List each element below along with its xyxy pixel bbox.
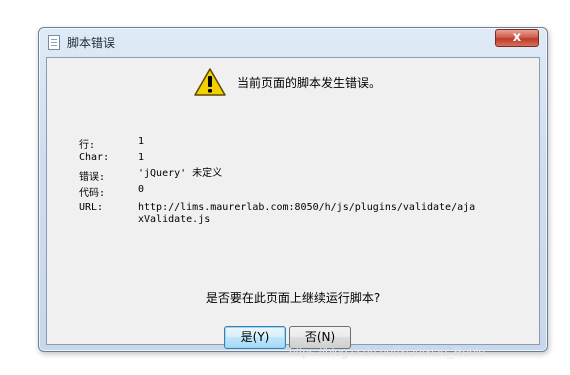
- close-button[interactable]: x: [495, 29, 539, 47]
- detail-value-char: 1: [138, 152, 145, 163]
- detail-value-code: 0: [138, 184, 145, 195]
- continue-question: 是否要在此页面上继续运行脚本?: [205, 291, 381, 305]
- detail-label-error: 错误:: [79, 172, 106, 183]
- yes-button[interactable]: 是(Y): [224, 326, 286, 349]
- detail-label-url: URL:: [79, 202, 104, 213]
- detail-value-url: http://lims.maurerlab.com:8050/h/js/plug…: [138, 202, 476, 225]
- warning-icon: [194, 68, 226, 96]
- detail-label-code: 代码:: [79, 188, 106, 199]
- dialog-heading: 当前页面的脚本发生错误。: [237, 76, 382, 90]
- document-icon: [48, 35, 60, 50]
- dialog-body: 当前页面的脚本发生错误。 行: 1 Char: 1 错误: 'jQuery' 未…: [46, 57, 540, 349]
- detail-value-line: 1: [138, 136, 145, 147]
- title-bar[interactable]: 脚本错误 x: [39, 28, 547, 57]
- detail-label-char: Char:: [79, 152, 110, 163]
- watermark-text: https://blog.csdn.net/xiao/xiao_Rehle: [289, 345, 486, 359]
- window-title: 脚本错误: [67, 36, 116, 50]
- detail-value-error: 'jQuery' 未定义: [138, 168, 223, 179]
- script-error-dialog: 脚本错误 x 当前页面的脚本发生错误。 行: 1 Char: 1 错误: 'jQ…: [38, 27, 548, 352]
- detail-label-line: 行:: [79, 140, 96, 151]
